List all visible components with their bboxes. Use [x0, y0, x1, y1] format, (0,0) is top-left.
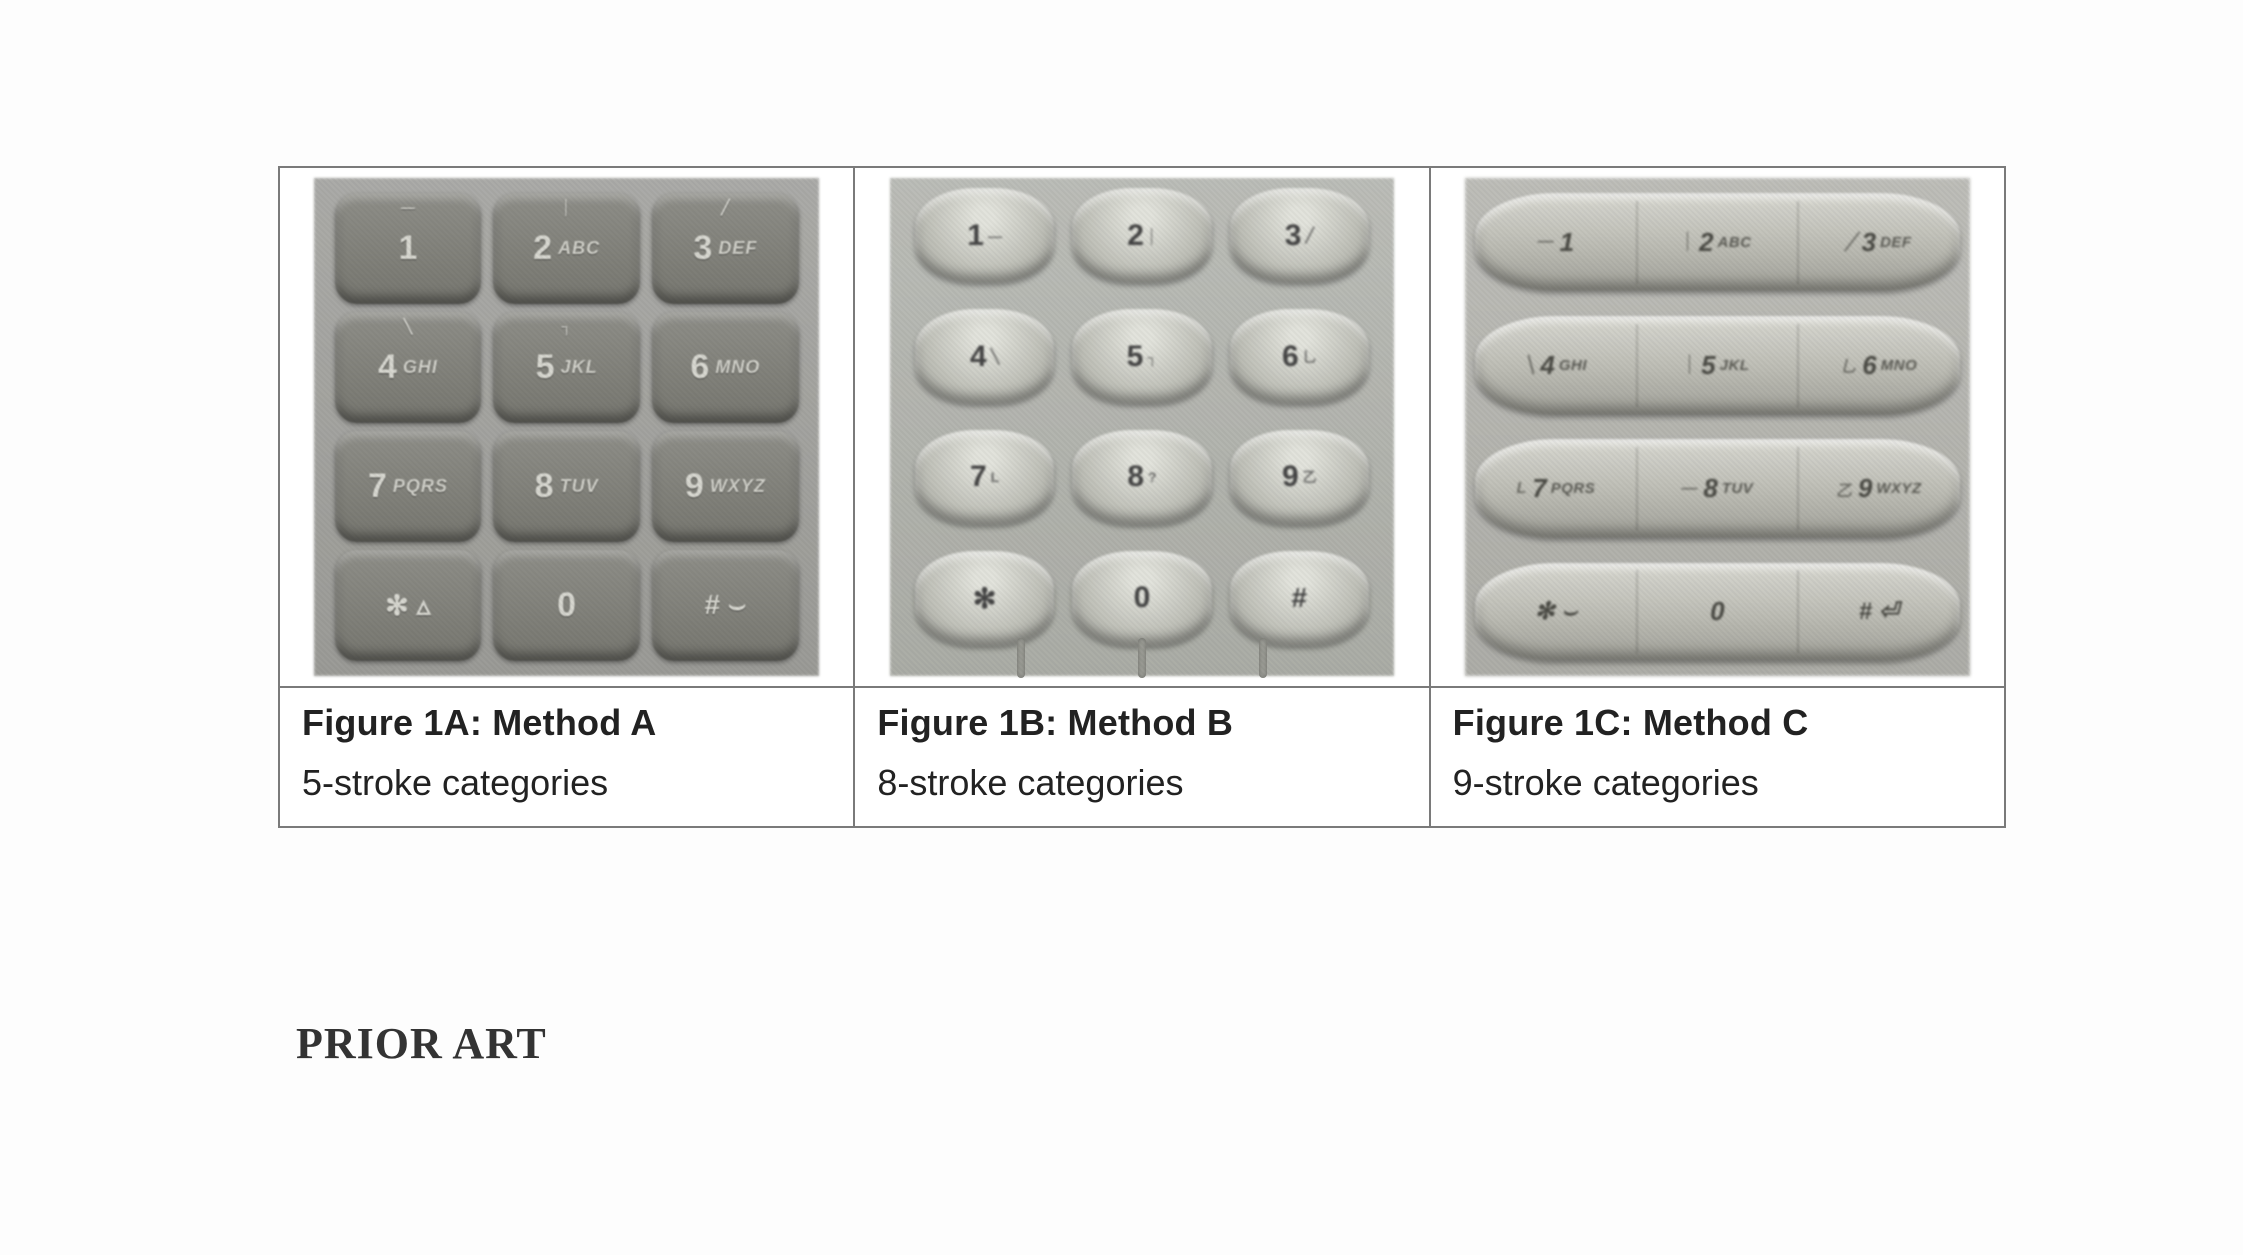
- keypad-method-a: —1│2ABC╱3DEF ╲4GHI┐5JKL6MNO 7PQRS8TUV9WXYZ…: [314, 178, 819, 675]
- keypad-c-key: —1: [1475, 193, 1636, 291]
- keypad-c-key: 0: [1637, 563, 1798, 661]
- keypad-c-key: —8TUV: [1637, 439, 1798, 537]
- figure-1a-title: Figure 1A: Method A: [302, 702, 831, 744]
- keypad-a-key: # ⌣: [652, 550, 799, 661]
- keypad-c-key: │2ABC: [1637, 193, 1798, 291]
- keypad-c-key: # ⏎: [1798, 563, 1959, 661]
- figure-1c-caption-cell: Figure 1C: Method C 9-stroke categories: [1430, 687, 2005, 827]
- figure-1a-subtitle: 5-stroke categories: [302, 762, 831, 804]
- keypad-method-c: —1│2ABC╱3DEF ╲4GHI│5JKL乚6MNO L7PQRS—8TUV乙9…: [1465, 178, 1970, 675]
- keypad-a-key: 0: [493, 550, 640, 661]
- figure-1b-image-cell: 1—2│3╱ 4╲5┐6乚 7L8?9乙 ✻0#: [854, 167, 1429, 687]
- keypad-a-key: ┐5JKL: [493, 312, 640, 423]
- keypad-a-key: ✻ ▵: [335, 550, 482, 661]
- keypad-b-key: ✻: [915, 551, 1054, 646]
- keypad-b-key: 2│: [1072, 188, 1211, 283]
- figure-1c-subtitle: 9-stroke categories: [1453, 762, 1982, 804]
- keypad-a-key: 8TUV: [493, 431, 640, 542]
- keypad-c-key: │5JKL: [1637, 316, 1798, 414]
- keypad-c-row: ✻ ⌣0# ⏎: [1475, 563, 1959, 661]
- figure-1b-title: Figure 1B: Method B: [877, 702, 1406, 744]
- figure-1c-title: Figure 1C: Method C: [1453, 702, 1982, 744]
- keypad-a-key: 9WXYZ: [652, 431, 799, 542]
- figure-1b-subtitle: 8-stroke categories: [877, 762, 1406, 804]
- keypad-b-key: 9乙: [1230, 430, 1369, 525]
- keypad-b-key: 3╱: [1230, 188, 1369, 283]
- keypad-b-key: 7L: [915, 430, 1054, 525]
- figure-1c-image-cell: —1│2ABC╱3DEF ╲4GHI│5JKL乚6MNO L7PQRS—8TUV乙9…: [1430, 167, 2005, 687]
- figure-1b-caption-cell: Figure 1B: Method B 8-stroke categories: [854, 687, 1429, 827]
- keypad-b-key: 5┐: [1072, 309, 1211, 404]
- keypad-b-key: 0: [1072, 551, 1211, 646]
- keypad-c-row: —1│2ABC╱3DEF: [1475, 193, 1959, 291]
- keypad-a-key: ╱3DEF: [652, 193, 799, 304]
- keypad-method-b: 1—2│3╱ 4╲5┐6乚 7L8?9乙 ✻0#: [890, 178, 1395, 675]
- prior-art-label: PRIOR ART: [296, 1018, 547, 1069]
- keypad-b-key: 4╲: [915, 309, 1054, 404]
- keypad-a-key: 6MNO: [652, 312, 799, 423]
- keypad-a-key: │2ABC: [493, 193, 640, 304]
- keypad-c-key: ╱3DEF: [1798, 193, 1959, 291]
- figure-1a-caption-cell: Figure 1A: Method A 5-stroke categories: [279, 687, 854, 827]
- keypad-a-key: ╲4GHI: [335, 312, 482, 423]
- keypad-c-key: ✻ ⌣: [1475, 563, 1636, 661]
- keypad-c-key: ╲4GHI: [1475, 316, 1636, 414]
- keypad-b-key: 1—: [915, 188, 1054, 283]
- keypad-b-key: 8?: [1072, 430, 1211, 525]
- keypad-c-key: 乙9WXYZ: [1798, 439, 1959, 537]
- keypad-c-key: 乚6MNO: [1798, 316, 1959, 414]
- keypad-c-row: L7PQRS—8TUV乙9WXYZ: [1475, 439, 1959, 537]
- keypad-b-key: #: [1230, 551, 1369, 646]
- keypad-c-key: L7PQRS: [1475, 439, 1636, 537]
- keypad-a-key: —1: [335, 193, 482, 304]
- figure-comparison-table: —1│2ABC╱3DEF╲4GHI┐5JKL6MNO7PQRS8TUV9WXYZ…: [278, 166, 2006, 828]
- keypad-c-row: ╲4GHI│5JKL乚6MNO: [1475, 316, 1959, 414]
- keypad-a-key: 7PQRS: [335, 431, 482, 542]
- figure-1a-image-cell: —1│2ABC╱3DEF ╲4GHI┐5JKL6MNO 7PQRS8TUV9WXYZ…: [279, 167, 854, 687]
- keypad-b-key: 6乚: [1230, 309, 1369, 404]
